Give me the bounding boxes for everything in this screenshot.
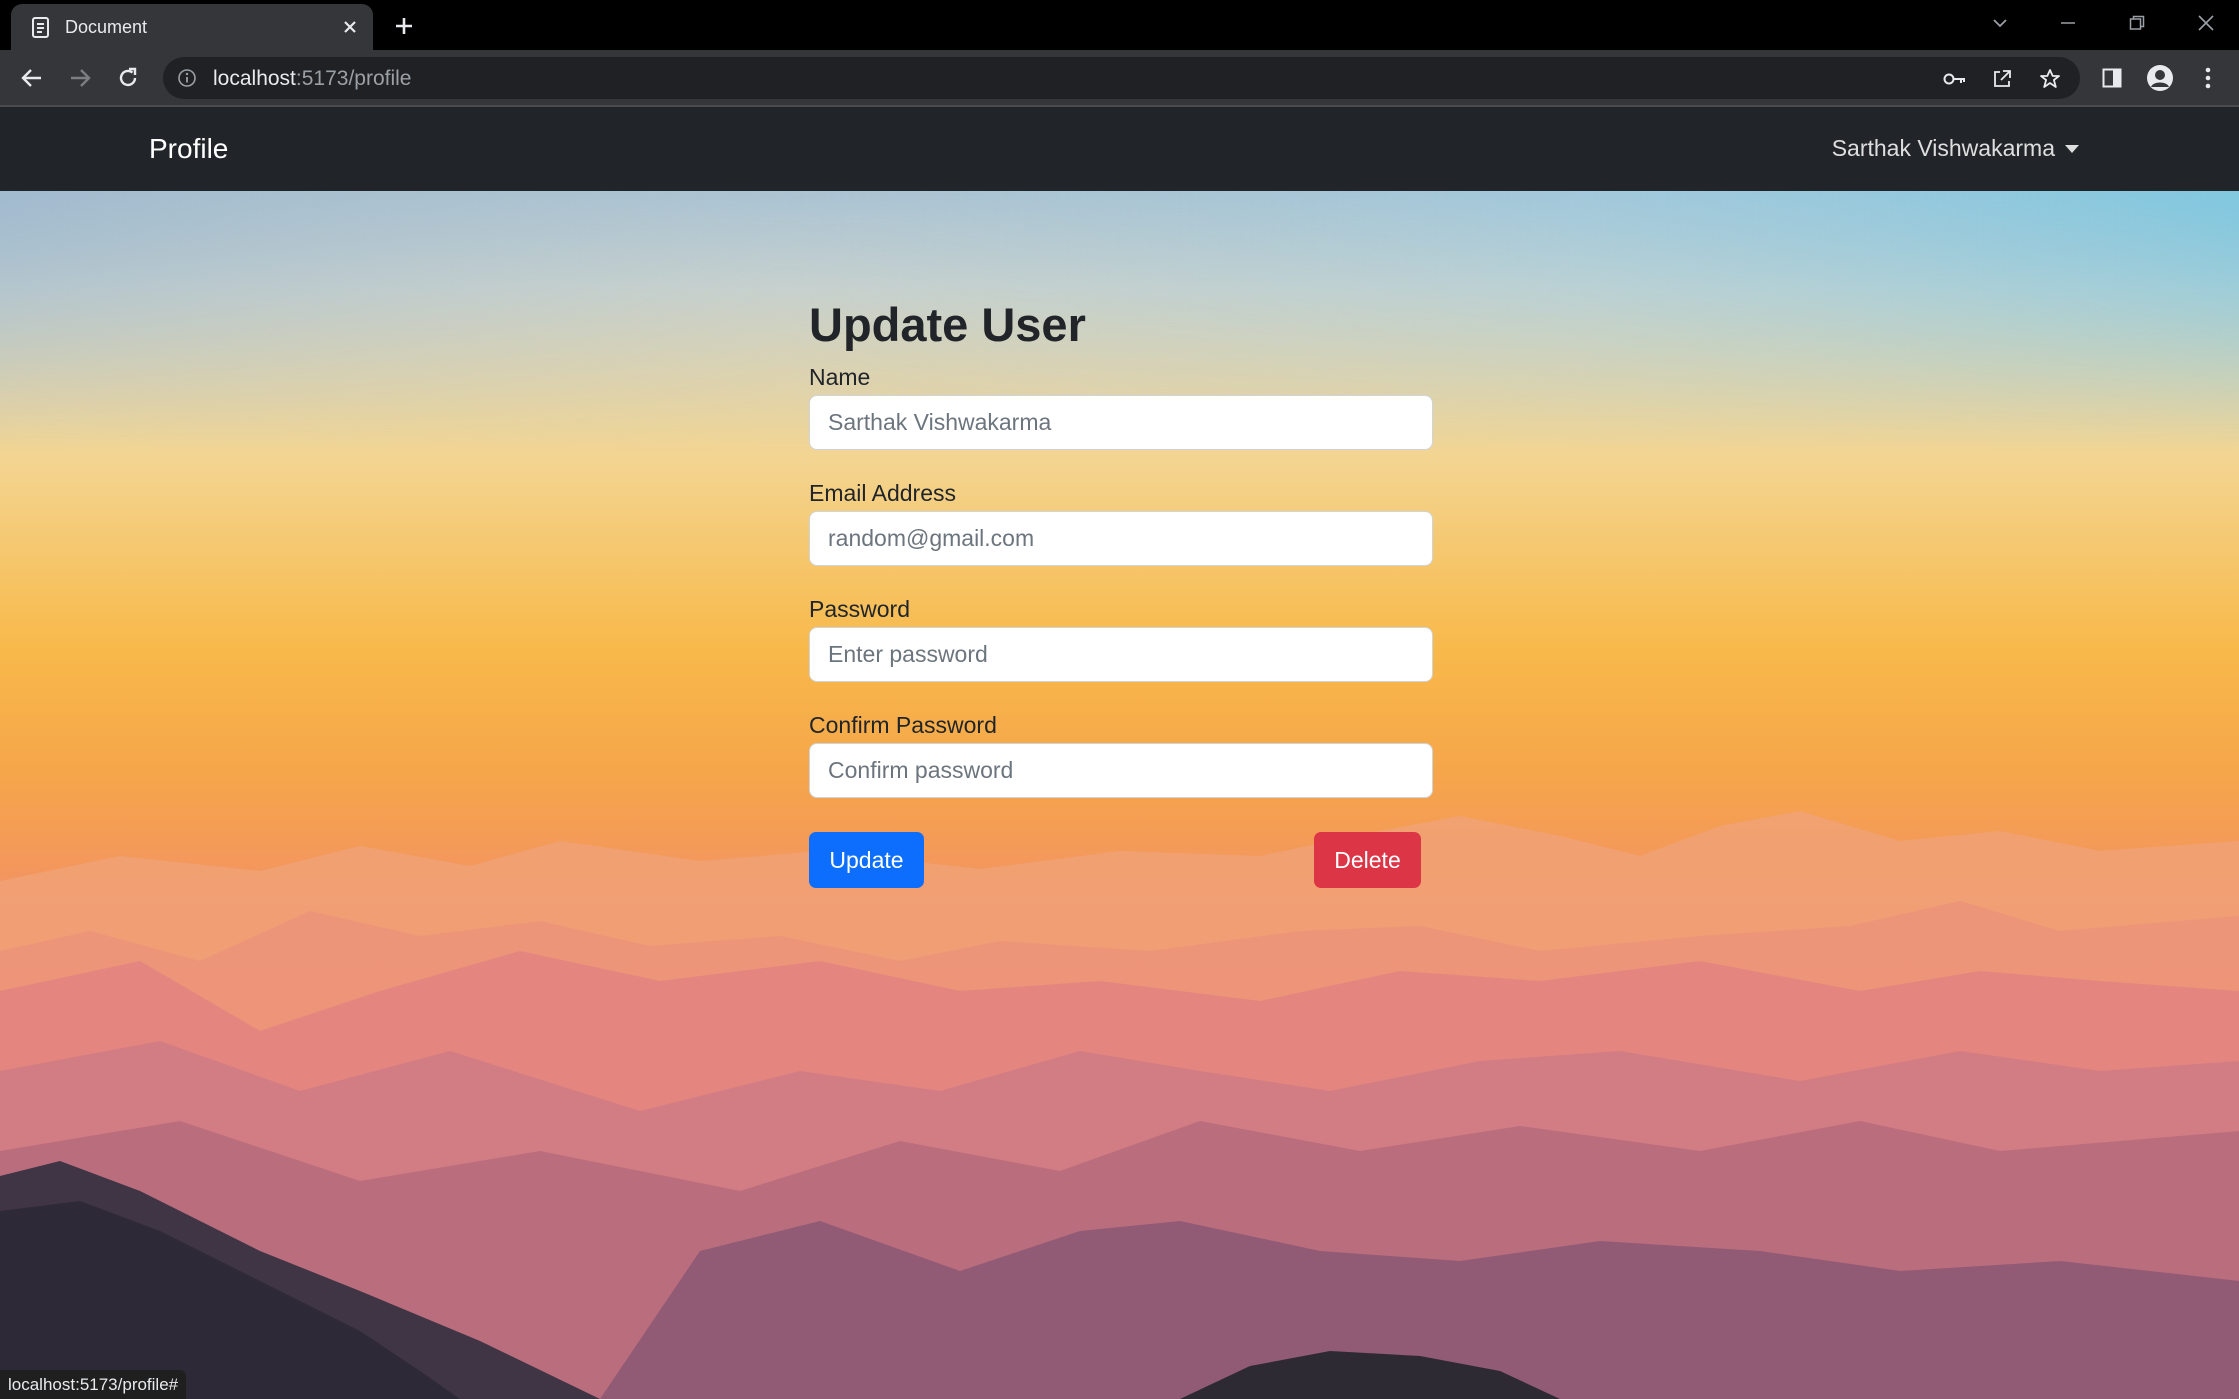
user-name: Sarthak Vishwakarma bbox=[1831, 135, 2055, 161]
url-text: localhost:5173/profile bbox=[213, 67, 411, 91]
document-favicon-icon bbox=[32, 17, 49, 38]
name-field[interactable] bbox=[809, 395, 1433, 450]
user-menu-dropdown[interactable]: Sarthak Vishwakarma bbox=[1832, 135, 2079, 162]
confirm-password-label: Confirm Password bbox=[809, 712, 997, 738]
browser-toolbar: localhost:5173/profile bbox=[0, 50, 2239, 107]
bookmark-star-icon[interactable] bbox=[2037, 66, 2063, 92]
confirm-password-field[interactable] bbox=[809, 743, 1433, 798]
reload-icon[interactable] bbox=[110, 60, 146, 96]
site-info-icon[interactable] bbox=[177, 68, 197, 88]
new-tab-icon[interactable] bbox=[388, 10, 420, 42]
address-bar[interactable]: localhost:5173/profile bbox=[163, 57, 2080, 99]
profile-avatar-icon[interactable] bbox=[2144, 62, 2176, 94]
password-field[interactable] bbox=[809, 627, 1433, 682]
caret-down-icon bbox=[2065, 144, 2079, 153]
navbar-brand[interactable]: Profile bbox=[149, 133, 228, 165]
back-arrow-icon[interactable] bbox=[14, 60, 50, 96]
status-bar-url: localhost:5173/profile# bbox=[0, 1370, 187, 1399]
delete-button[interactable]: Delete bbox=[1314, 832, 1421, 888]
url-path: :5173/profile bbox=[295, 67, 412, 90]
email-field[interactable] bbox=[809, 511, 1433, 566]
update-button[interactable]: Update bbox=[809, 832, 924, 888]
side-panel-icon[interactable] bbox=[2096, 62, 2128, 94]
page-viewport: Profile Sarthak Vishwakarma Update User … bbox=[0, 107, 2239, 1399]
restore-icon[interactable] bbox=[2117, 6, 2157, 40]
name-label: Name bbox=[809, 364, 871, 390]
close-window-icon[interactable] bbox=[2186, 6, 2226, 40]
browser-tab[interactable]: Document bbox=[11, 4, 373, 51]
app-navbar: Profile Sarthak Vishwakarma bbox=[0, 107, 2239, 191]
tab-title: Document bbox=[65, 17, 148, 37]
url-host: localhost bbox=[213, 67, 296, 90]
password-label: Password bbox=[809, 596, 910, 622]
minimize-icon[interactable] bbox=[2048, 6, 2088, 40]
form-title: Update User bbox=[809, 298, 1086, 351]
share-icon[interactable] bbox=[1989, 66, 2015, 92]
forward-arrow-icon[interactable] bbox=[62, 60, 98, 96]
close-tab-icon[interactable] bbox=[337, 14, 363, 40]
key-icon[interactable] bbox=[1942, 66, 1968, 92]
browser-tab-bar: Document bbox=[0, 0, 2239, 51]
menu-kebab-icon[interactable] bbox=[2192, 62, 2224, 94]
email-label: Email Address bbox=[809, 480, 957, 506]
tab-search-chevron-icon[interactable] bbox=[1980, 6, 2020, 40]
